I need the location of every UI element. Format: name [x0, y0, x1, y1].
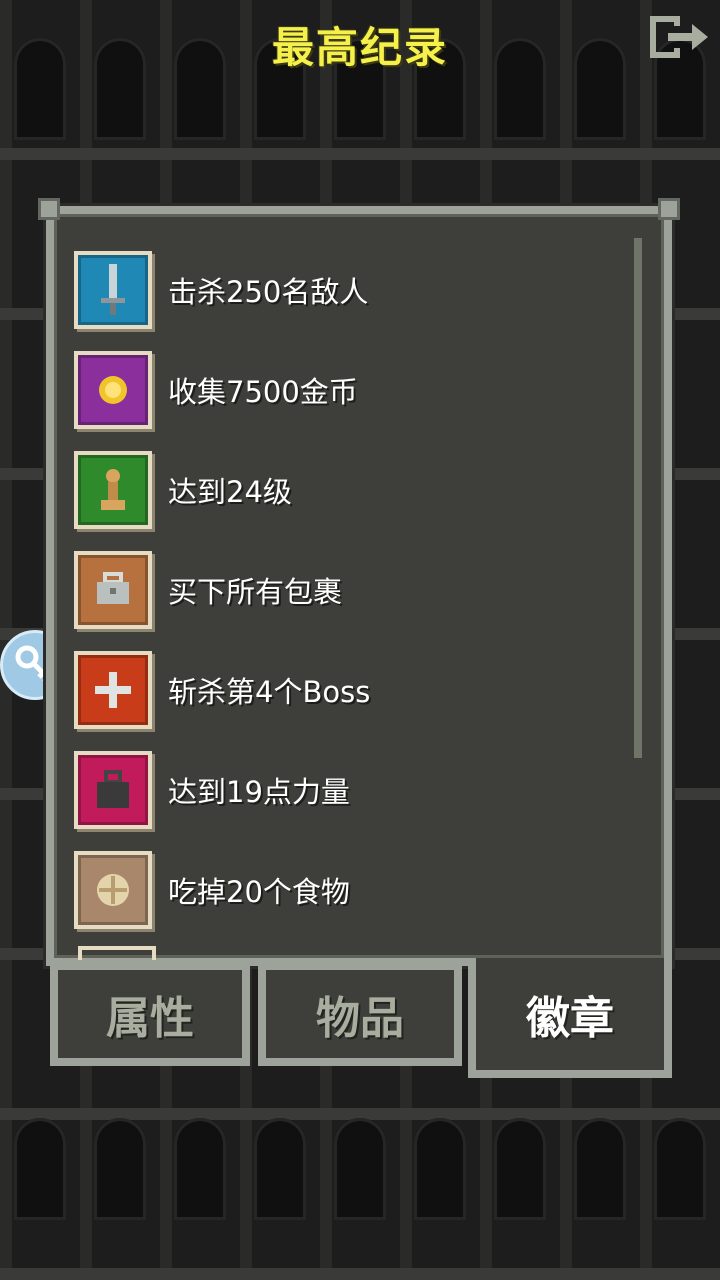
- cross-icon: [74, 651, 152, 729]
- list-item[interactable]: 收集7500金币: [74, 340, 634, 440]
- arch-row: [0, 1100, 720, 1220]
- weight-icon: [74, 751, 152, 829]
- list-item: [78, 946, 156, 960]
- list-item[interactable]: 达到24级: [74, 440, 634, 540]
- badge-label: 达到24级: [168, 475, 292, 509]
- pawn-icon: [74, 451, 152, 529]
- badge-label: 吃掉20个食物: [168, 875, 350, 909]
- page-title: 最高纪录: [271, 23, 448, 72]
- list-item[interactable]: 斩杀第4个Boss: [74, 640, 634, 740]
- sword-icon: [74, 251, 152, 329]
- badge-label: 买下所有包裹: [168, 575, 343, 609]
- badge-list: 击杀250名敌人 收集7500金币 达到24级 买下所有包裹 斩杀第4个Boss…: [74, 240, 634, 940]
- exit-icon: [650, 16, 708, 58]
- panel-corner: [658, 198, 680, 220]
- badge-label: 斩杀第4个Boss: [168, 675, 371, 709]
- bag-icon: [74, 551, 152, 629]
- exit-button[interactable]: [646, 12, 712, 62]
- tab-items[interactable]: 物品: [258, 962, 462, 1066]
- list-item[interactable]: 吃掉20个食物: [74, 840, 634, 940]
- badges-panel: 击杀250名敌人 收集7500金币 达到24级 买下所有包裹 斩杀第4个Boss…: [38, 198, 680, 966]
- tab-label: 徽章: [526, 993, 614, 1044]
- panel-corner: [38, 198, 60, 220]
- gold-coin-icon: [74, 351, 152, 429]
- badge-label: 达到19点力量: [168, 775, 350, 809]
- list-item[interactable]: 击杀250名敌人: [74, 240, 634, 340]
- tab-label: 物品: [316, 993, 404, 1044]
- list-item[interactable]: 买下所有包裹: [74, 540, 634, 640]
- badge-label: 击杀250名敌人: [168, 275, 369, 309]
- scrollbar[interactable]: [634, 238, 642, 758]
- tab-label: 属性: [106, 993, 194, 1044]
- badge-label: 收集7500金币: [168, 375, 358, 409]
- tab-badges[interactable]: 徽章: [468, 958, 672, 1078]
- tab-attributes[interactable]: 属性: [50, 962, 250, 1066]
- food-icon: [74, 851, 152, 929]
- list-item[interactable]: 达到19点力量: [74, 740, 634, 840]
